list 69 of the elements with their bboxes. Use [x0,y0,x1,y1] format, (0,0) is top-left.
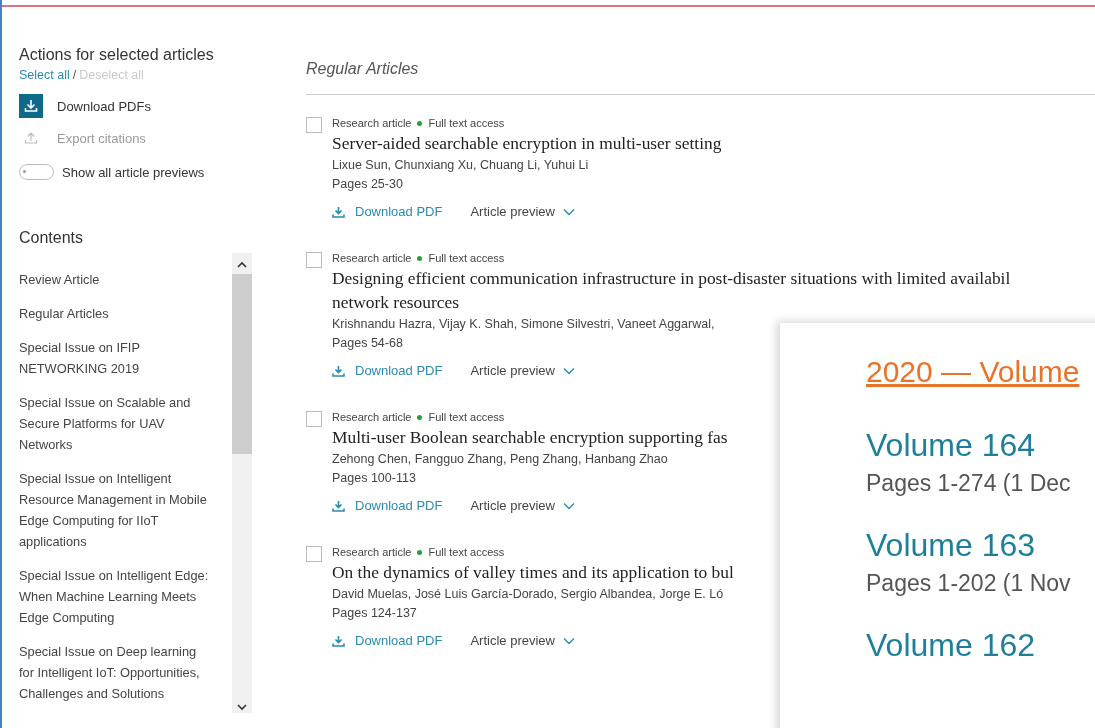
scrollbar-thumb[interactable] [232,274,252,454]
contents-link[interactable]: Special Issue on Intelligent Edge: When Machine Learning Meets Edge Computing [19,565,213,628]
separator: / [72,68,77,82]
download-icon [332,205,345,218]
chevron-down-icon [562,366,575,375]
contents-link[interactable]: Special Issue on Deep learning for Intelligent IoT: Opportunities, Challenges and Solutions [19,641,213,704]
article-authors: David Muelas, José Luis García-Dorado, Sergio Albandea, Jorge E. Ló [332,586,725,603]
article-title[interactable]: network resources [332,290,1011,314]
article-type: Research article [332,252,412,264]
contents-link[interactable]: Regular Articles [19,303,213,324]
access-dot [417,414,423,420]
access-dot [417,120,423,126]
download-icon [19,94,43,118]
download-pdf-link[interactable]: Download PDF [332,498,443,513]
actions-heading: Actions for selected articles [19,46,215,64]
access-label: Full text access [428,546,505,558]
contents-heading: Contents [19,229,85,247]
article-authors: Krishnandu Hazra, Vijay K. Shah, Simone Silvestri, Vaneet Aggarwal, [332,316,716,333]
chevron-up-icon[interactable] [237,261,247,268]
chevron-down-icon [562,501,575,510]
article-pages: Pages 25-30 [332,176,404,193]
scrollbar[interactable] [232,253,252,713]
volume-pages: Pages 1-274 (1 Dec [866,470,1072,497]
chevron-down-icon[interactable] [237,704,247,711]
action-button[interactable]: Download PDFs [19,94,255,118]
access-dot [417,255,423,261]
download-icon [332,634,345,647]
section-heading: Regular Articles [306,60,420,78]
checkbox[interactable] [306,546,322,562]
volume-link[interactable]: Volume 162 [866,627,1095,664]
download-icon [332,364,345,377]
contents-link[interactable]: Special Issue on Scalable and Secure Platforms for UAV Networks [19,392,213,455]
volume-link[interactable]: Volume 163 [866,527,1095,564]
article-pages: Pages 54-68 [332,335,404,352]
download-pdf-link[interactable]: Download PDF [332,363,443,378]
article-preview-toggle[interactable]: Article preview [470,498,575,513]
download-pdf-link[interactable]: Download PDF [332,633,443,648]
article-pages: Pages 100-113 [332,470,417,487]
access-label: Full text access [428,252,505,264]
article-type: Research article [332,411,412,423]
chevron-down-icon [562,207,575,216]
checkbox[interactable] [306,252,322,268]
access-label: Full text access [428,117,505,129]
article-preview-toggle[interactable]: Article preview [470,204,575,219]
download-pdf-link[interactable]: Download PDF [332,204,443,219]
toggle-label: Show all article previews [62,164,205,180]
checkbox[interactable] [306,411,322,427]
select-all-link[interactable]: Select all [19,68,70,82]
checkbox[interactable] [306,117,322,133]
volume-pages: Pages 1-202 (1 Nov [866,570,1072,597]
access-dot [417,549,423,555]
contents-link[interactable]: Special Issue on IFIP NETWORKING 2019 [19,337,213,379]
article-title[interactable]: Designing efficient communication infrastructure in post-disaster situations with limited availabil [332,266,1011,290]
article-type: Research article [332,546,412,558]
contents-link[interactable]: Review Article [19,269,213,290]
article-type: Research article [332,117,412,129]
article-preview-toggle[interactable]: Article preview [470,363,575,378]
article-title[interactable]: Server-aided searchable encryption in multi-user setting [332,131,722,155]
article-title[interactable]: Multi-user Boolean searchable encryption supporting fas [332,425,728,449]
article-title[interactable]: On the dynamics of valley times and its application to bul [332,560,734,584]
article-authors: Zehong Chen, Fangguo Zhang, Peng Zhang, Hanbang Zhao [332,451,669,468]
contents-link[interactable]: Special Issue on Intelligent Resource Management in Mobile Edge Computing for IIoT applications [19,468,213,552]
article-pages: Pages 124-137 [332,605,418,622]
volume-link[interactable]: Volume 164 [866,427,1095,464]
article-preview-toggle[interactable]: Article preview [470,633,575,648]
chevron-down-icon [562,636,575,645]
access-label: Full text access [428,411,505,423]
download-icon [332,499,345,512]
article-authors: Lixue Sun, Chunxiang Xu, Chuang Li, Yuhui Li [332,157,590,174]
